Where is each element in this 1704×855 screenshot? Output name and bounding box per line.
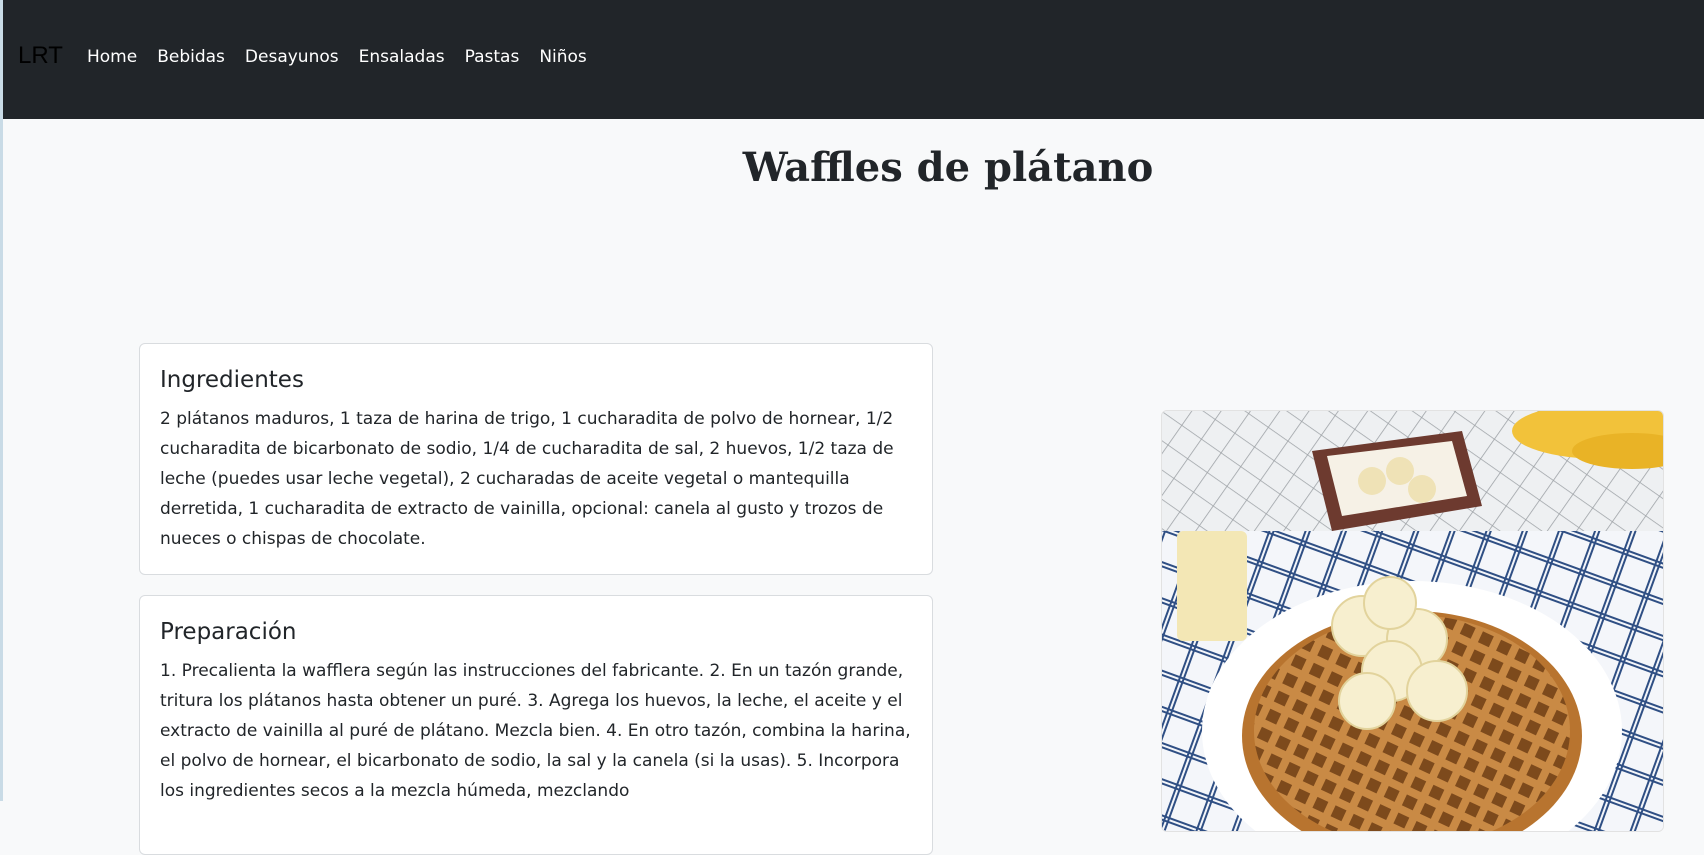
nav-link-desayunos[interactable]: Desayunos bbox=[245, 45, 339, 69]
nav-link-ninos[interactable]: Niños bbox=[539, 45, 586, 69]
ingredients-card: Ingredientes 2 plátanos maduros, 1 taza … bbox=[139, 343, 933, 575]
nav-link-ensaladas[interactable]: Ensaladas bbox=[359, 45, 445, 69]
page-title: Waffles de plátano bbox=[742, 144, 1154, 191]
window-edge bbox=[0, 0, 3, 801]
brand-logo[interactable]: LRT bbox=[18, 42, 63, 70]
nav-link-bebidas[interactable]: Bebidas bbox=[157, 45, 225, 69]
preparation-card: Preparación 1. Precalienta la wafflera s… bbox=[139, 595, 933, 855]
ingredients-heading: Ingredientes bbox=[160, 367, 304, 393]
ingredients-text: 2 plátanos maduros, 1 taza de harina de … bbox=[160, 409, 894, 549]
navbar: LRT Home Bebidas Desayunos Ensaladas Pas… bbox=[3, 0, 1704, 119]
nav-links: Home Bebidas Desayunos Ensaladas Pastas … bbox=[87, 45, 587, 69]
nav-link-pastas[interactable]: Pastas bbox=[465, 45, 520, 69]
preparation-heading: Preparación bbox=[160, 619, 297, 645]
recipe-photo bbox=[1161, 410, 1664, 832]
nav-link-home[interactable]: Home bbox=[87, 45, 137, 69]
preparation-text: 1. Precalienta la wafflera según las ins… bbox=[160, 661, 911, 801]
